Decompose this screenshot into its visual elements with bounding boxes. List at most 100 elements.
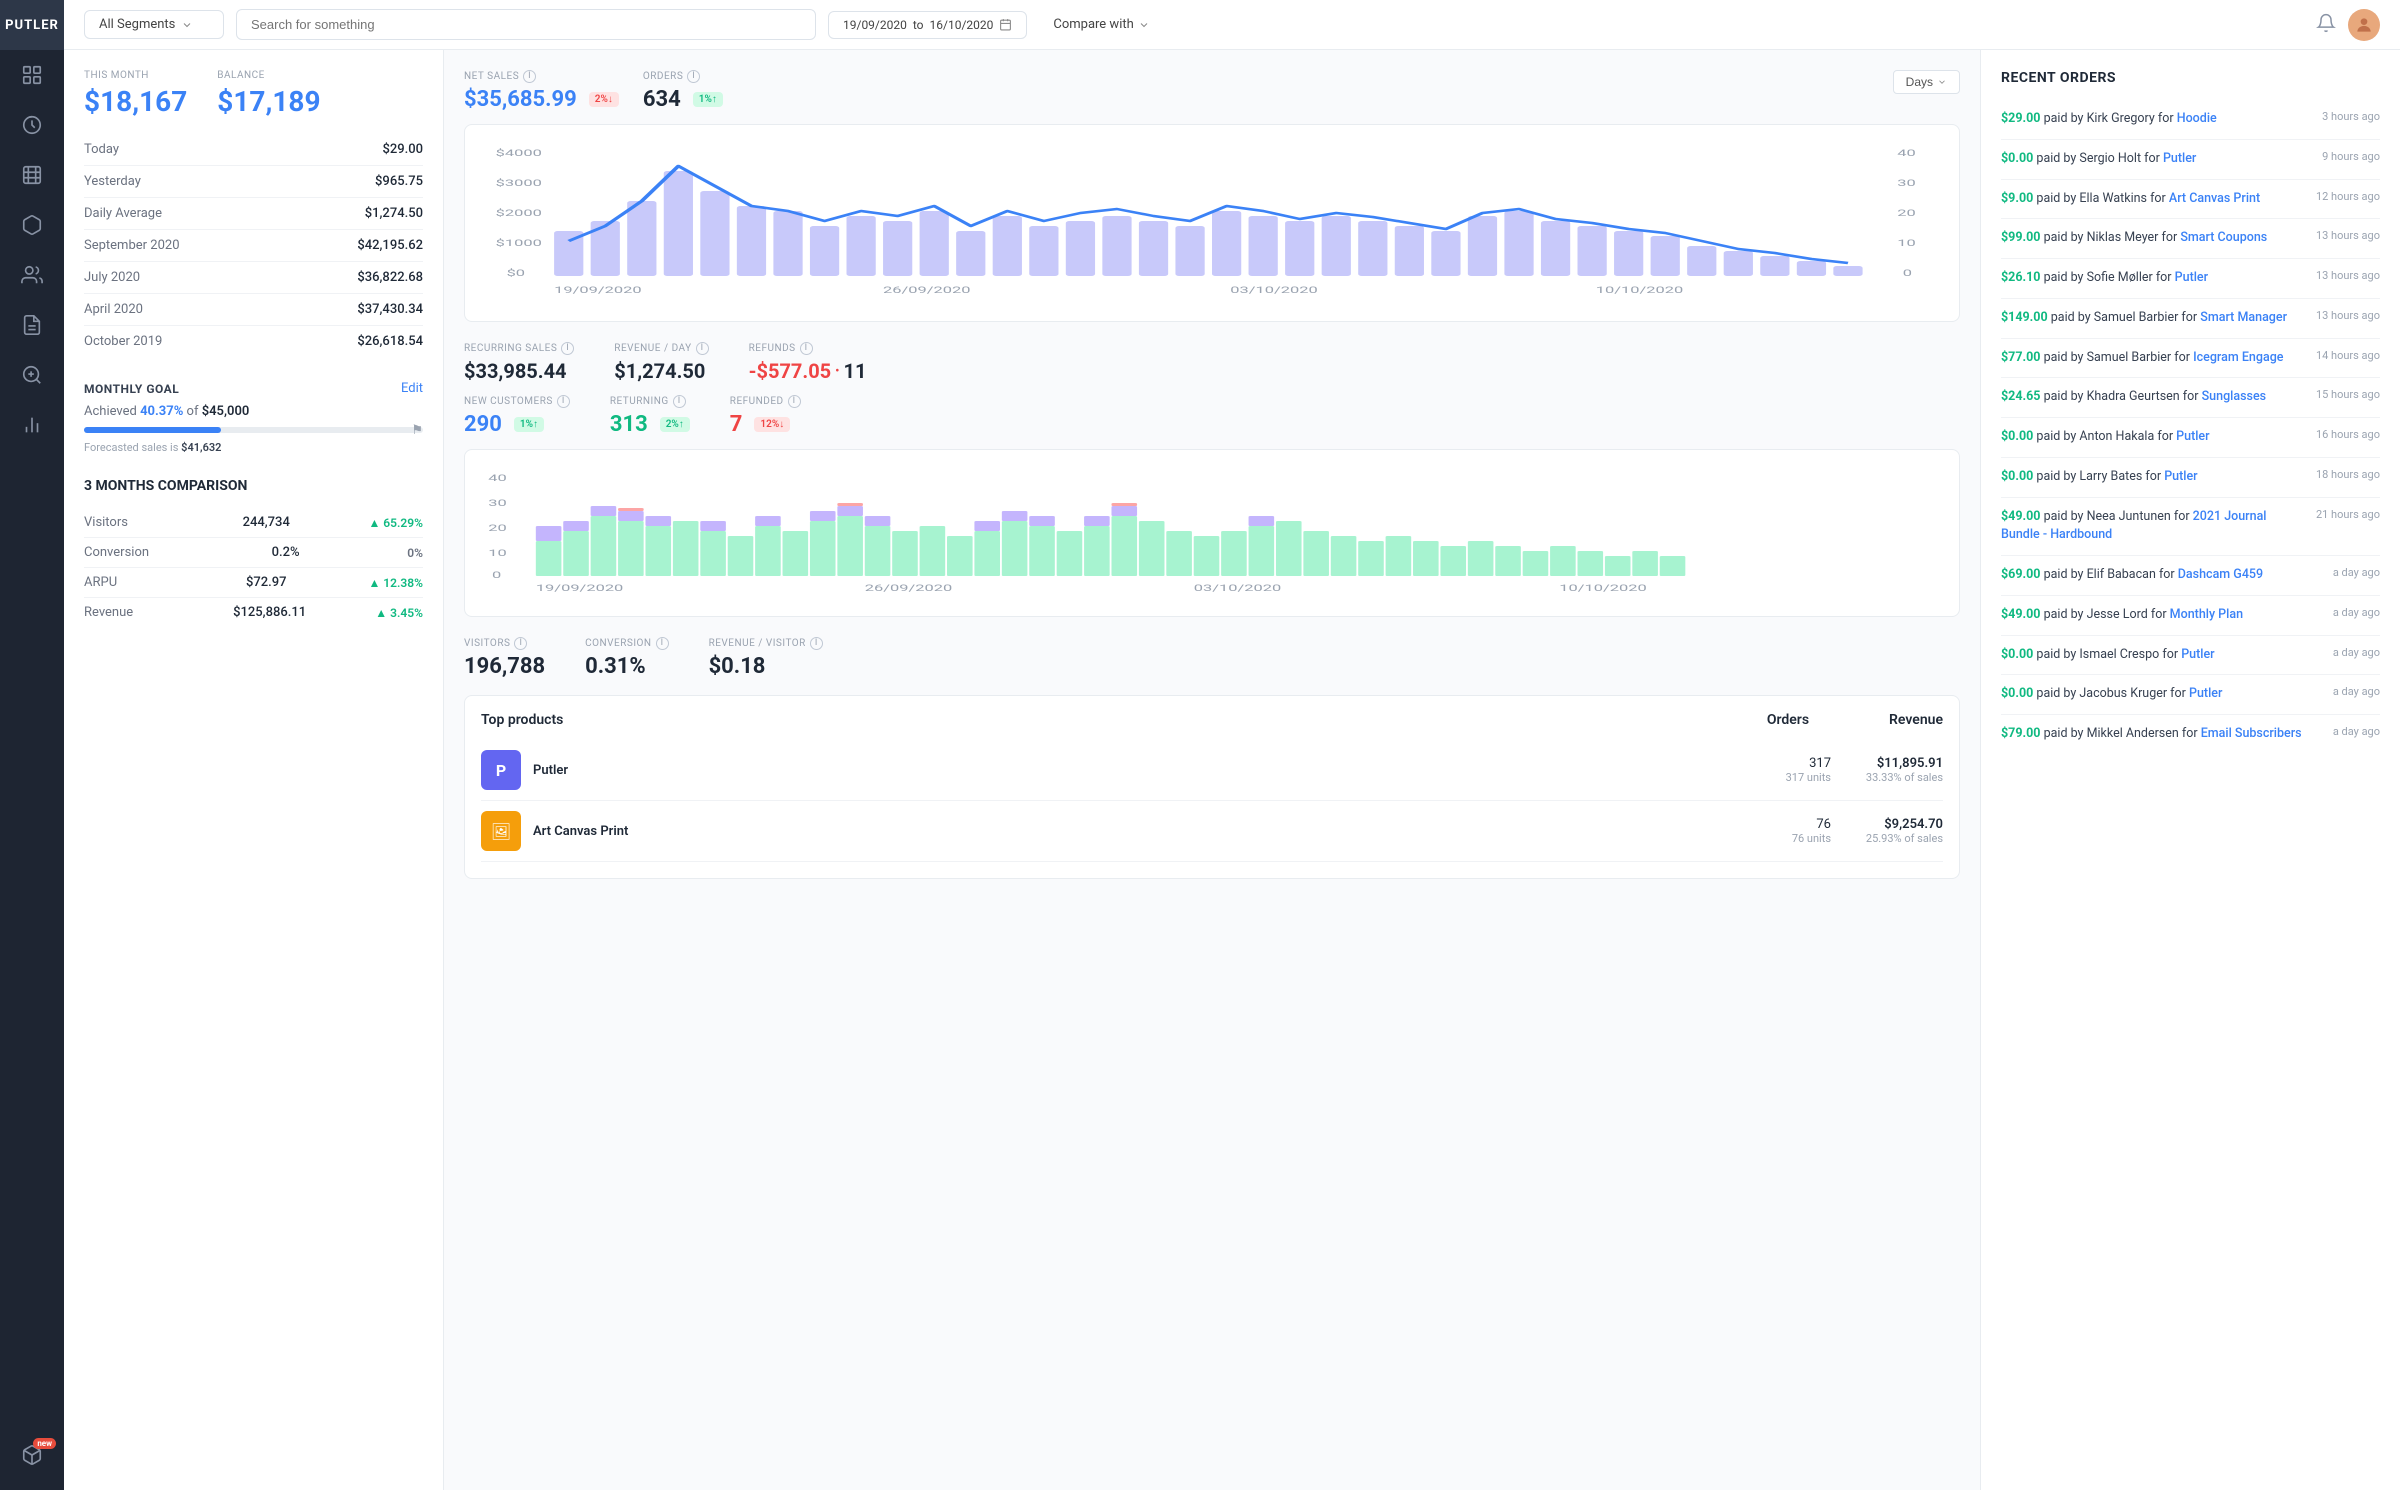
revenue-visitor-value: $0.18 <box>709 654 766 679</box>
recurring-sales-value: $33,985.44 <box>464 359 567 383</box>
new-badge: new <box>33 1438 56 1449</box>
marketing-icon[interactable] <box>0 400 64 450</box>
order-time: 13 hours ago <box>2316 269 2380 282</box>
svg-text:$2000: $2000 <box>496 209 542 219</box>
svg-text:10/10/2020: 10/10/2020 <box>1596 286 1683 296</box>
order-time: a day ago <box>2333 646 2380 659</box>
center-panel: NET SALES i $35,685.99 2%↓ ORDERS i <box>444 50 1980 1490</box>
orders-info-icon[interactable]: i <box>687 70 700 83</box>
list-item: $49.00 paid by Jesse Lord for Monthly Pl… <box>2001 596 2380 636</box>
order-text: $79.00 paid by Mikkel Andersen for Email… <box>2001 725 2325 744</box>
returning-badge: 2%↑ <box>660 417 690 432</box>
sales-chart-svg: $4000 $3000 $2000 $1000 $0 40 30 20 10 0 <box>481 141 1943 301</box>
days-button[interactable]: Days <box>1893 70 1960 94</box>
order-text: $9.00 paid by Ella Watkins for Art Canva… <box>2001 190 2308 209</box>
order-time: 13 hours ago <box>2316 229 2380 242</box>
orders-list: $29.00 paid by Kirk Gregory for Hoodie 3… <box>2001 100 2380 754</box>
refunds-info-icon[interactable]: i <box>800 342 813 355</box>
dashboard-icon[interactable] <box>0 50 64 100</box>
customers-icon[interactable] <box>0 250 64 300</box>
orders-value: 634 <box>643 87 681 112</box>
table-row: Yesterday $965.75 <box>84 166 423 198</box>
apps-icon[interactable]: new <box>0 1430 64 1480</box>
this-month-label: THIS MONTH <box>84 70 187 81</box>
net-sales-label: NET SALES <box>464 71 519 82</box>
order-text: $0.00 paid by Larry Bates for Putler <box>2001 468 2308 487</box>
analytics-icon[interactable] <box>0 350 64 400</box>
comparison-title: 3 MONTHS COMPARISON <box>84 478 423 494</box>
bell-icon[interactable] <box>2316 13 2336 37</box>
product-orders-1: 76 76 units <box>1751 817 1831 845</box>
top-products: Top products Orders Revenue P Putler 317… <box>464 695 1960 879</box>
products-icon[interactable] <box>0 200 64 250</box>
svg-text:30: 30 <box>1897 179 1915 189</box>
order-text: $49.00 paid by Jesse Lord for Monthly Pl… <box>2001 606 2325 625</box>
order-time: 18 hours ago <box>2316 468 2380 481</box>
returning-metric: RETURNING i 313 2%↑ <box>610 395 690 437</box>
revenue-day-info-icon[interactable]: i <box>696 342 709 355</box>
product-thumb-0: P <box>481 750 521 790</box>
recurring-sales-info-icon[interactable]: i <box>561 342 574 355</box>
edit-goal-button[interactable]: Edit <box>401 381 423 396</box>
order-text: $69.00 paid by Elif Babacan for Dashcam … <box>2001 566 2325 585</box>
balance-value: $17,189 <box>217 85 320 118</box>
list-item: P Putler 317 317 units $11,895.91 33.33%… <box>481 740 1943 801</box>
conversion-info-icon[interactable]: i <box>656 637 669 650</box>
visitors-value: 196,788 <box>464 654 545 679</box>
sales-icon[interactable] <box>0 100 64 150</box>
refunded-info-icon[interactable]: i <box>788 395 801 408</box>
forecast-value: $41,632 <box>181 441 221 454</box>
visitors-info-icon[interactable]: i <box>514 637 527 650</box>
table-row: Today $29.00 <box>84 134 423 166</box>
metrics-row-2: RECURRING SALES i $33,985.44 REVENUE / D… <box>464 342 1960 383</box>
sidebar: PUTLER new <box>0 0 64 1490</box>
compare-button[interactable]: Compare with <box>1039 11 1163 38</box>
returning-info-icon[interactable]: i <box>673 395 686 408</box>
order-text: $149.00 paid by Samuel Barbier for Smart… <box>2001 309 2308 328</box>
svg-text:30: 30 <box>488 499 506 509</box>
list-item: $149.00 paid by Samuel Barbier for Smart… <box>2001 299 2380 339</box>
table-row: Daily Average $1,274.50 <box>84 198 423 230</box>
product-orders-0: 317 317 units <box>1751 756 1831 784</box>
list-item: $0.00 paid by Anton Hakala for Putler 16… <box>2001 418 2380 458</box>
orders-badge: 1%↑ <box>693 92 723 107</box>
revenue-visitor-info-icon[interactable]: i <box>810 637 823 650</box>
order-time: 9 hours ago <box>2322 150 2380 163</box>
product-name-0: Putler <box>533 763 1739 778</box>
order-text: $24.65 paid by Khadra Geurtsen for Sungl… <box>2001 388 2308 407</box>
list-item: $29.00 paid by Kirk Gregory for Hoodie 3… <box>2001 100 2380 140</box>
svg-text:40: 40 <box>488 474 506 484</box>
net-sales-value: $35,685.99 <box>464 87 577 112</box>
order-time: 16 hours ago <box>2316 428 2380 441</box>
net-sales-info-icon[interactable]: i <box>523 70 536 83</box>
table-row: Visitors 244,734 ▲ 65.29% <box>84 508 423 538</box>
revenue-day-metric: REVENUE / DAY i $1,274.50 <box>614 342 708 383</box>
product-revenue-0: $11,895.91 33.33% of sales <box>1843 756 1943 784</box>
compare-label: Compare with <box>1053 17 1133 32</box>
conversion-metric: CONVERSION i 0.31% <box>585 637 668 679</box>
user-avatar[interactable] <box>2348 9 2380 41</box>
svg-text:$1000: $1000 <box>496 239 542 249</box>
segment-select[interactable]: All Segments <box>84 10 224 39</box>
recent-orders-title: RECENT ORDERS <box>2001 70 2380 86</box>
conversion-value: 0.31% <box>585 654 646 679</box>
progress-fill <box>84 427 221 433</box>
date-range[interactable]: 19/09/2020 to 16/10/2020 <box>828 11 1027 39</box>
new-customers-info-icon[interactable]: i <box>557 395 570 408</box>
net-sales-badge: 2%↓ <box>589 92 619 107</box>
search-input[interactable] <box>236 9 816 40</box>
goal-title: MONTHLY GOAL <box>84 382 179 396</box>
reports-icon[interactable] <box>0 300 64 350</box>
svg-text:26/09/2020: 26/09/2020 <box>883 286 970 296</box>
orders-icon[interactable] <box>0 150 64 200</box>
date-to: 16/10/2020 <box>930 18 994 32</box>
col-orders-label: Orders <box>1767 712 1809 728</box>
visitors-metric: VISITORS i 196,788 <box>464 637 545 679</box>
svg-text:$3000: $3000 <box>496 179 542 189</box>
topbar-actions <box>2316 9 2380 41</box>
date-from: 19/09/2020 <box>843 18 907 32</box>
order-time: 13 hours ago <box>2316 309 2380 322</box>
list-item: $0.00 paid by Sergio Holt for Putler 9 h… <box>2001 140 2380 180</box>
order-text: $0.00 paid by Anton Hakala for Putler <box>2001 428 2308 447</box>
segment-label: All Segments <box>99 17 175 32</box>
